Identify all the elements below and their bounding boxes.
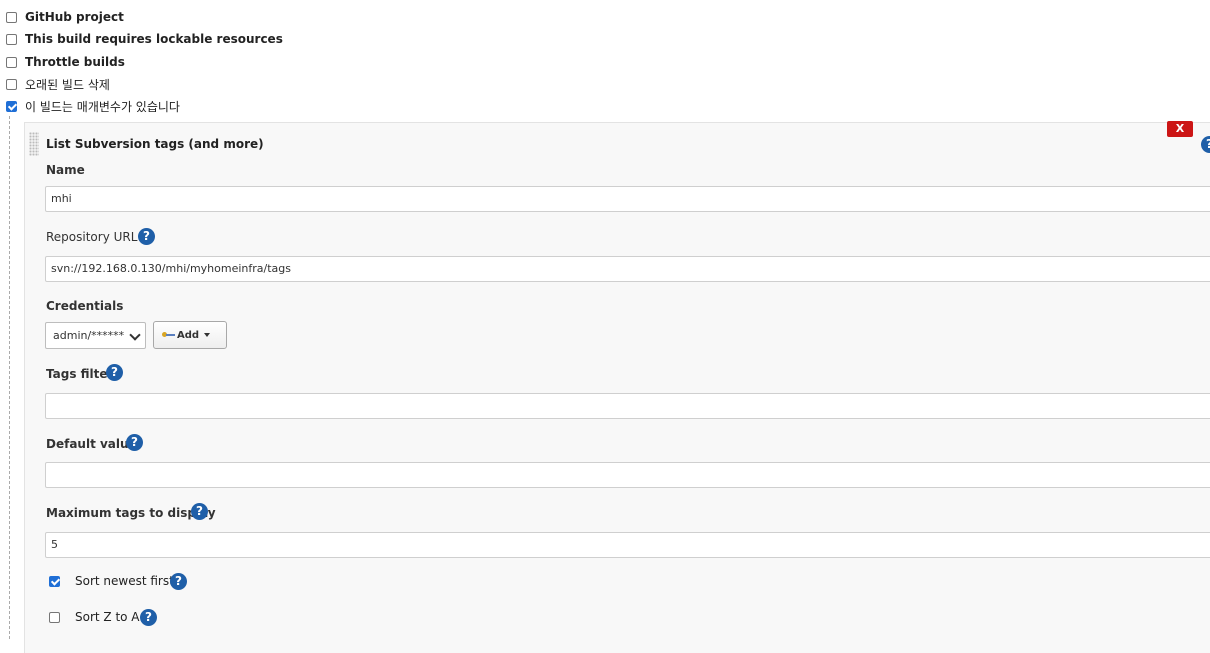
sort-newest-option[interactable]: Sort newest first [49,572,174,590]
nested-section-guide [9,116,10,639]
credentials-select[interactable]: admin/****** [45,322,146,349]
repository-url-help-icon[interactable]: ? [138,228,155,245]
option-parameterized[interactable]: 이 빌드는 매개변수가 있습니다 [6,97,180,115]
discard-old-builds-checkbox[interactable] [6,78,17,90]
sort-z-to-a-checkbox[interactable] [49,611,60,623]
repository-url-input[interactable]: svn://192.168.0.130/mhi/myhomeinfra/tags [45,256,1210,282]
name-input[interactable]: mhi [45,186,1210,212]
github-project-label: GitHub project [25,10,124,24]
max-tags-input[interactable]: 5 [45,532,1210,558]
sort-z-to-a-option[interactable]: Sort Z to A [49,608,140,626]
tags-filter-help-icon[interactable]: ? [106,364,123,381]
throttle-builds-label: Throttle builds [25,55,125,69]
parameter-title: List Subversion tags (and more) [46,137,264,151]
discard-old-builds-label: 오래된 빌드 삭제 [25,77,110,92]
github-project-checkbox[interactable] [6,11,17,23]
tags-filter-label: Tags filter [46,367,114,381]
default-value-help-icon[interactable]: ? [126,434,143,451]
sort-newest-checkbox[interactable] [49,575,60,587]
lockable-resources-checkbox[interactable] [6,33,17,45]
option-github-project[interactable]: GitHub project [6,8,124,26]
default-value-label: Default value [46,437,137,451]
add-credentials-label: Add [177,329,200,341]
parameterized-label: 이 빌드는 매개변수가 있습니다 [25,99,180,114]
option-throttle-builds[interactable]: Throttle builds [6,53,125,71]
tags-filter-input[interactable] [45,393,1210,419]
name-label: Name [46,163,85,177]
parameterized-checkbox[interactable] [6,100,17,112]
chevron-down-icon [129,329,141,341]
default-value-input[interactable] [45,462,1210,488]
option-discard-old-builds[interactable]: 오래된 빌드 삭제 [6,75,110,93]
key-icon [162,331,176,339]
throttle-builds-checkbox[interactable] [6,56,17,68]
sort-z-to-a-label: Sort Z to A [75,610,140,624]
sort-newest-label: Sort newest first [75,574,174,588]
sort-z-to-a-help-icon[interactable]: ? [140,609,157,626]
repository-url-label: Repository URL [46,230,138,244]
drag-handle[interactable] [29,132,39,156]
option-lockable-resources[interactable]: This build requires lockable resources [6,30,283,48]
lockable-resources-label: This build requires lockable resources [25,32,283,46]
max-tags-help-icon[interactable]: ? [191,503,208,520]
sort-newest-help-icon[interactable]: ? [170,573,187,590]
credentials-label: Credentials [46,299,124,313]
caret-down-icon [204,333,211,337]
delete-parameter-button[interactable]: X [1167,121,1193,137]
credentials-selected-value: admin/****** [53,329,125,342]
add-credentials-button[interactable]: Add [153,321,227,349]
